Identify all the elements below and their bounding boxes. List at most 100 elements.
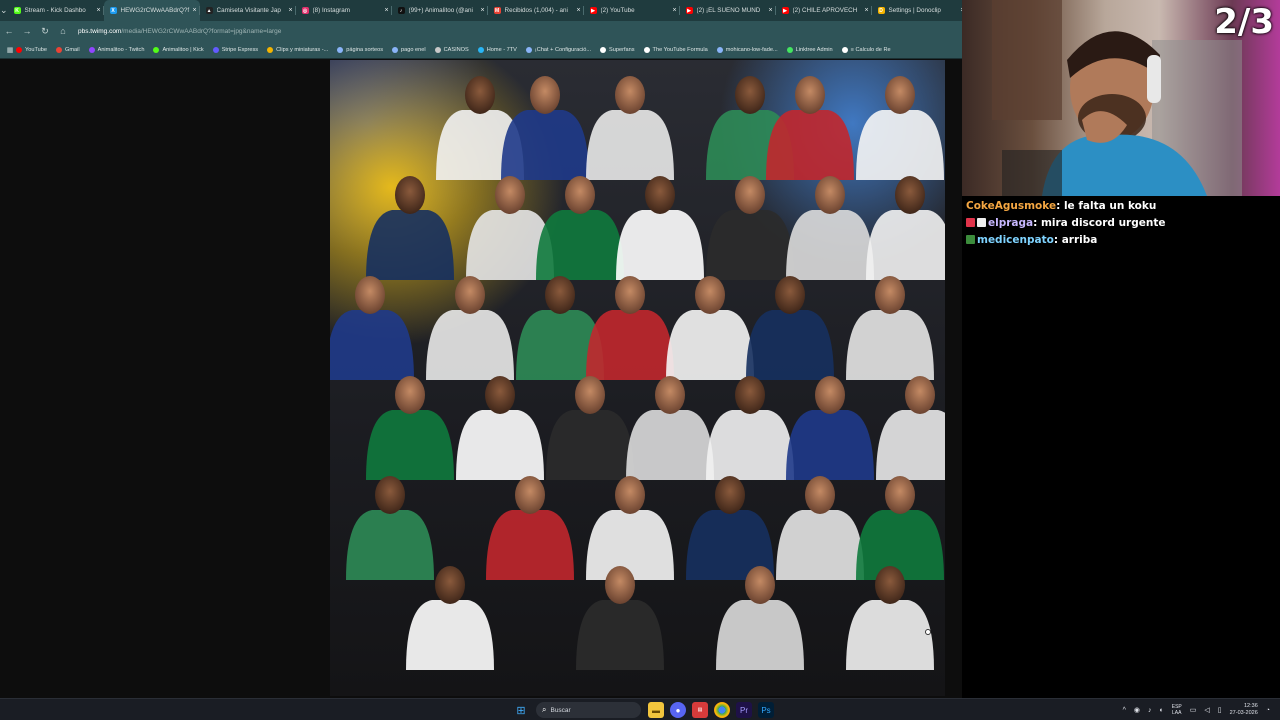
browser-tab[interactable]: ▶ (2) YouTube ×: [584, 0, 680, 21]
calendar-app-icon[interactable]: ▤: [692, 702, 708, 718]
page-viewport: [0, 60, 962, 698]
browser-tab[interactable]: ▶ (2) CHILE APROVECH ×: [776, 0, 872, 21]
toolbar: ← → ↻ ⌂ pbs.twimg.com/media/HEWG2rCWwAAB…: [0, 21, 962, 41]
chat-badge-icon: [966, 235, 975, 244]
screen: ⌄ K Stream - Kick Dashbo × X HEWG2rCWwAABdrQ…: [0, 0, 1280, 720]
photoshop-icon[interactable]: Ps: [758, 702, 774, 718]
player-head: [715, 476, 745, 514]
tab-search-icon[interactable]: ⌄: [0, 0, 8, 21]
browser-tab[interactable]: ▶ (2) ¡EL SUEÑO MUND ×: [680, 0, 776, 21]
jersey-shape: [346, 510, 434, 580]
taskbar-search[interactable]: ⌕ Buscar: [536, 702, 641, 718]
bookmark-item[interactable]: Linktree Admin: [786, 46, 833, 53]
browser-tab[interactable]: ▲ Camiseta Visitante Jap ×: [200, 0, 296, 21]
jersey-shape: [366, 410, 454, 480]
bookmark-item[interactable]: ≡ Calculo de Re: [841, 46, 891, 53]
tab-favicon-icon: D: [877, 7, 885, 14]
bookmark-item[interactable]: pago enel: [392, 46, 426, 53]
jersey-shape: [586, 510, 674, 580]
player-head: [530, 76, 560, 114]
player-head: [885, 476, 915, 514]
bookmark-item[interactable]: The YouTube Formula: [643, 46, 708, 53]
jersey-shape: [406, 600, 494, 670]
chat-username: elpraga: [988, 217, 1034, 229]
bookmark-item[interactable]: Gmail: [55, 46, 80, 53]
forward-arrow-icon[interactable]: →: [18, 21, 36, 41]
player-head: [905, 376, 935, 414]
bookmark-item[interactable]: mohicano-low-fade...: [716, 46, 778, 53]
jersey-shape: [866, 210, 945, 280]
bookmark-label: YouTube: [25, 46, 47, 53]
browser-tab[interactable]: ◎ (8) Instagram ×: [296, 0, 392, 21]
home-icon[interactable]: ⌂: [54, 21, 72, 41]
bookmark-label: ¡Chat + Configuració...: [534, 46, 592, 53]
clock[interactable]: 12:36 27-03-2026: [1230, 703, 1258, 717]
jersey-shape: [786, 410, 874, 480]
chevron-up-icon[interactable]: ^: [1123, 707, 1126, 714]
chat-username: CokeAgusmoke: [966, 200, 1057, 212]
players-group-illustration: [330, 76, 945, 670]
bookmark-item[interactable]: CASINOS: [434, 46, 469, 53]
lang-layout: LAA: [1172, 710, 1182, 716]
webcam-overlay: 2/3: [962, 0, 1280, 196]
bookmark-item[interactable]: YouTube: [16, 46, 47, 53]
bookmark-item[interactable]: página sorteos: [337, 46, 383, 53]
url-host: pbs.twimg.com: [78, 27, 122, 35]
microphone-icon[interactable]: ♪: [1148, 707, 1152, 714]
battery-icon[interactable]: ▯: [1218, 706, 1222, 714]
jersey-shape: [746, 310, 834, 380]
player-head: [615, 76, 645, 114]
browser-window: ⌄ K Stream - Kick Dashbo × X HEWG2rCWwAABdrQ…: [0, 0, 968, 720]
bookmark-item[interactable]: Stripe Express: [212, 46, 259, 53]
notification-bell-icon[interactable]: ◔: [1266, 707, 1270, 714]
bookmark-label: Stripe Express: [221, 46, 259, 53]
browser-tab[interactable]: DSettings | Donoclip×: [872, 0, 968, 21]
browser-tab[interactable]: ♪ (99+) Animalitoo (@ani ×: [392, 0, 488, 21]
player-head: [545, 276, 575, 314]
player-head: [795, 76, 825, 114]
browser-tab[interactable]: K Stream - Kick Dashbo ×: [8, 0, 104, 21]
volume-icon[interactable]: ◁: [1204, 706, 1209, 714]
discord-icon[interactable]: ●: [670, 702, 686, 718]
bookmark-item[interactable]: Home - 7TV: [477, 46, 517, 53]
bookmark-item[interactable]: Superfans: [600, 46, 635, 53]
bookmark-favicon-icon: [477, 46, 484, 53]
player-head: [465, 76, 495, 114]
reload-icon[interactable]: ↻: [36, 21, 54, 41]
bookmark-label: Animalitoo - Twitch: [97, 46, 145, 53]
player-head: [815, 376, 845, 414]
tab-title: Recibidos (1,004) - ani: [504, 7, 568, 14]
chrome-icon[interactable]: [714, 702, 730, 718]
tab-bar: ⌄ K Stream - Kick Dashbo × X HEWG2rCWwAABdrQ…: [0, 0, 968, 21]
wifi-icon[interactable]: ▭: [1190, 706, 1197, 714]
speaker-icon[interactable]: ◐: [1160, 707, 1164, 714]
bookmark-favicon-icon: [392, 46, 398, 53]
tab-title: (99+) Animalitoo (@ani: [408, 7, 473, 14]
bookmark-favicon-icon: [337, 46, 344, 53]
mouse-cursor: [925, 629, 931, 635]
bookmark-favicon-icon: [786, 46, 793, 53]
browser-tab[interactable]: M Recibidos (1,004) - ani ×: [488, 0, 584, 21]
premiere-icon[interactable]: Pr: [736, 702, 752, 718]
windows-start-icon[interactable]: ⊞: [513, 702, 529, 718]
language-indicator[interactable]: ESP LAA: [1172, 704, 1182, 716]
player-head: [565, 176, 595, 214]
bookmark-label: mohicano-low-fade...: [725, 46, 778, 53]
file-explorer-icon[interactable]: ▬: [648, 702, 664, 718]
player-head: [875, 276, 905, 314]
jersey-shape: [846, 310, 934, 380]
bookmark-item[interactable]: ¡Chat + Configuració...: [525, 46, 592, 53]
bookmark-item[interactable]: Animalitoo - Twitch: [88, 46, 145, 53]
apps-grid-icon[interactable]: ▦: [4, 40, 16, 60]
back-arrow-icon[interactable]: ←: [0, 21, 18, 41]
address-bar[interactable]: pbs.twimg.com/media/HEWG2rCWwAABdrQ?form…: [78, 24, 938, 38]
bookmark-favicon-icon: [434, 46, 441, 53]
jersey-shape: [876, 410, 945, 480]
browser-tab[interactable]: X HEWG2rCWwAABdrQ?f ×: [103, 0, 200, 21]
network-app-icon[interactable]: ◉: [1134, 706, 1140, 714]
player-head: [815, 176, 845, 214]
bookmark-item[interactable]: Animalitoo | Kick: [153, 46, 204, 53]
player-head: [575, 376, 605, 414]
bookmark-item[interactable]: Clips y miniaturas -...: [267, 46, 328, 53]
clock-date: 27-03-2026: [1229, 710, 1258, 716]
